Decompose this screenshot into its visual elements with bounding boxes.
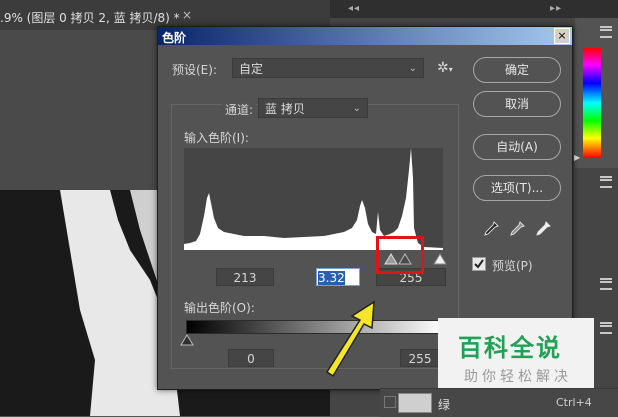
- color-spectrum[interactable]: [583, 48, 601, 158]
- channel-label: 通道:: [222, 101, 257, 118]
- layer-thumbnail: [398, 393, 432, 413]
- dialog-titlebar[interactable]: 色阶 ×: [158, 27, 572, 45]
- preset-value: 自定: [239, 62, 264, 76]
- chevron-down-icon: ⌄: [408, 63, 417, 74]
- dialog-title: 色阶: [162, 31, 187, 45]
- watermark: 百科全说 助你轻松解决: [438, 318, 594, 388]
- eyedropper-gray-icon[interactable]: [508, 220, 526, 241]
- layer-row[interactable]: 绿 Ctrl+4: [380, 388, 618, 417]
- preset-dropdown[interactable]: 自定 ⌄: [232, 58, 424, 78]
- panel-menu-icon[interactable]: [600, 176, 612, 188]
- panel-menu-icon[interactable]: [600, 278, 612, 290]
- auto-button[interactable]: 自动(A): [473, 134, 561, 160]
- yellow-arrow: [325, 300, 375, 378]
- input-levels-label: 输入色阶(I):: [184, 131, 249, 145]
- document-tab-close-icon[interactable]: ×: [182, 8, 192, 22]
- checkbox-icon[interactable]: [472, 257, 486, 271]
- layer-shortcut: Ctrl+4: [556, 396, 592, 409]
- preset-label: 预设(E):: [172, 63, 217, 77]
- spectrum-pointer-icon: ▶: [574, 153, 581, 162]
- options-button[interactable]: 选项(T)...: [473, 175, 561, 201]
- channel-value: 蓝 拷贝: [265, 102, 305, 116]
- highlight-box: [376, 236, 424, 274]
- watermark-main: 百科全说: [458, 334, 562, 362]
- panel-menu-icon[interactable]: [600, 322, 612, 334]
- collapse-arrows-icon[interactable]: ▸▸: [550, 3, 562, 14]
- histogram-graph: [184, 148, 443, 250]
- gear-icon[interactable]: ✲▾: [437, 60, 453, 76]
- chevron-down-icon: ⌄: [352, 103, 361, 114]
- eyedropper-black-icon[interactable]: [482, 220, 500, 241]
- output-white-field[interactable]: 255: [400, 349, 440, 367]
- close-icon[interactable]: ×: [554, 28, 570, 44]
- panel-top-strip: ◂◂ ▸▸: [330, 0, 618, 18]
- histogram: [184, 148, 443, 250]
- layer-name: 绿: [438, 398, 451, 412]
- eyedropper-white-icon[interactable]: [534, 220, 552, 241]
- panel-menu-icon[interactable]: [600, 26, 612, 38]
- input-white-slider[interactable]: [433, 253, 447, 268]
- cancel-button[interactable]: 取消: [473, 91, 561, 117]
- channel-dropdown[interactable]: 蓝 拷贝 ⌄: [258, 98, 368, 118]
- watermark-sub: 助你轻松解决: [464, 369, 572, 385]
- document-tab-title: .9% (图层 0 拷贝 2, 蓝 拷贝/8) *: [0, 11, 180, 25]
- preview-label: 预览(P): [492, 259, 533, 273]
- eye-icon[interactable]: [384, 396, 396, 408]
- collapse-arrows-icon[interactable]: ◂◂: [348, 3, 360, 14]
- ok-button[interactable]: 确定: [473, 57, 561, 83]
